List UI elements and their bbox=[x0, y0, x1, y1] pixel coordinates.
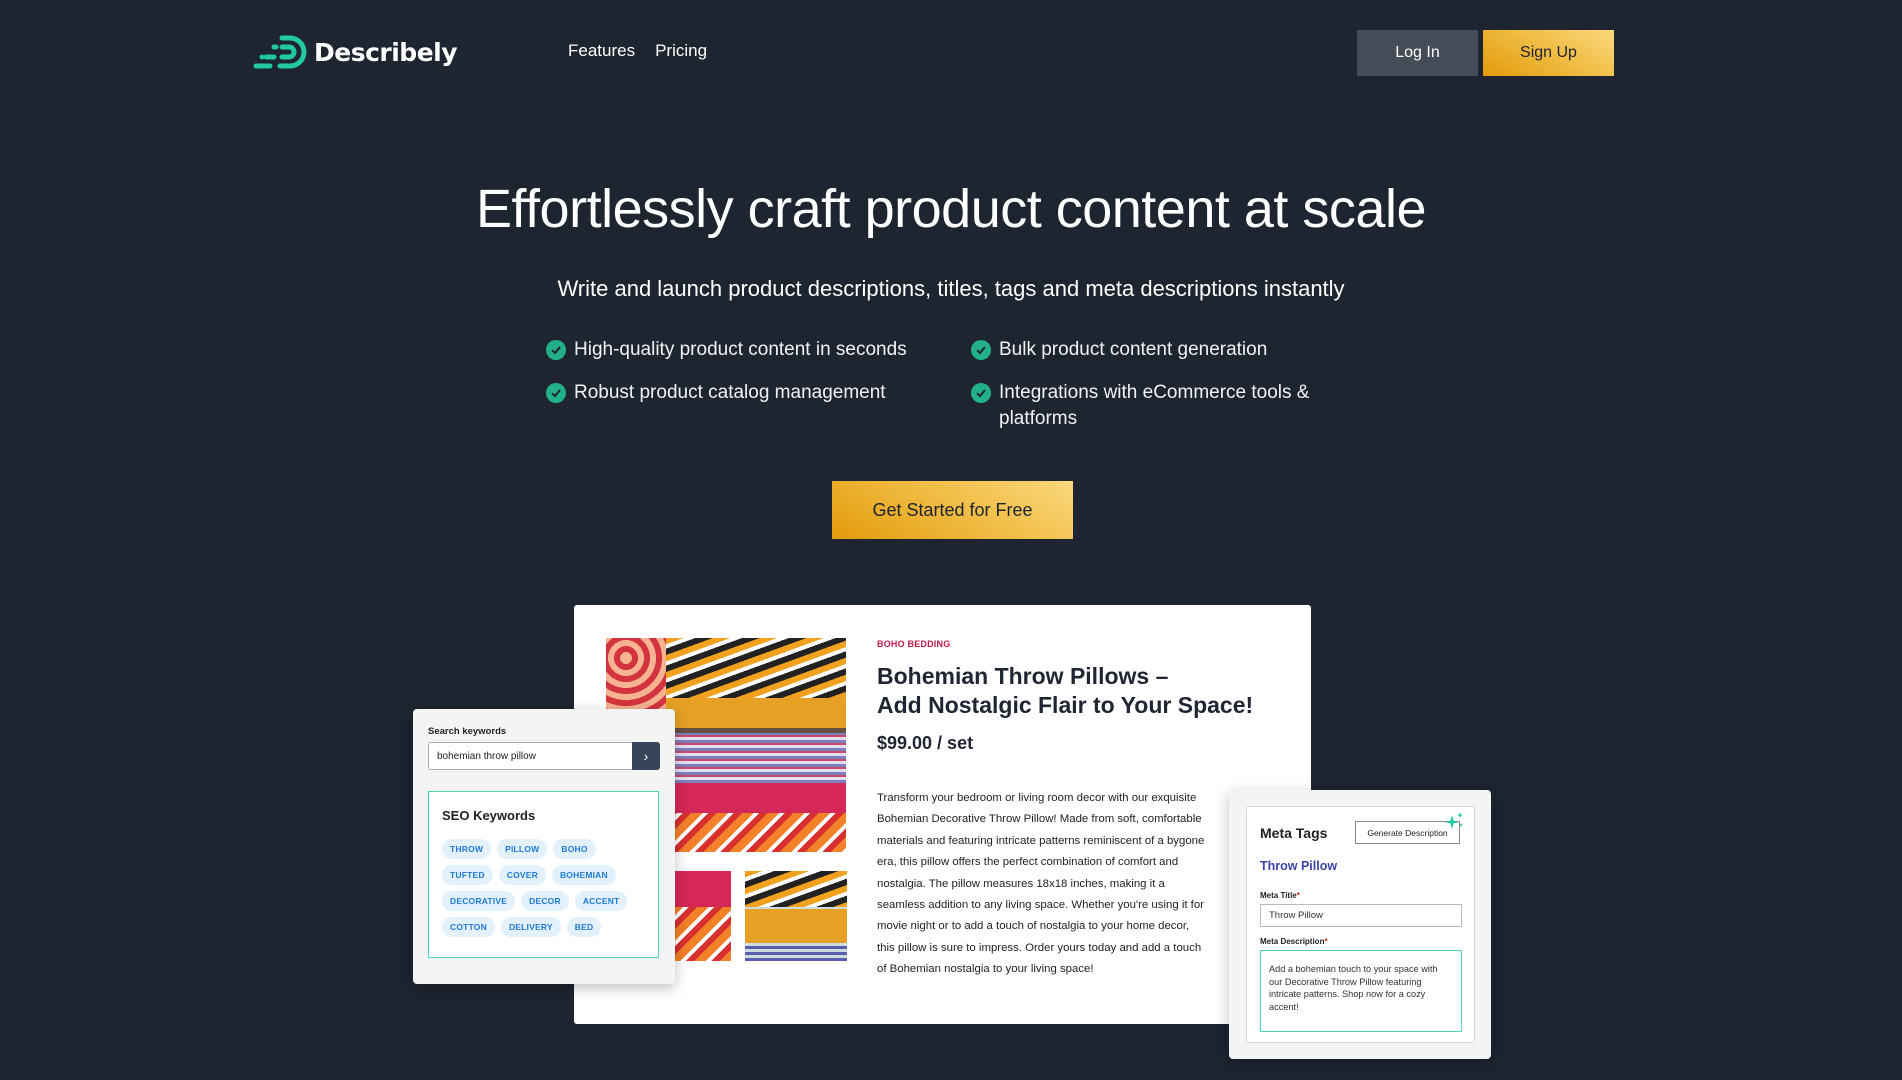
meta-product-name: Throw Pillow bbox=[1260, 859, 1338, 873]
product-category: BOHO BEDDING bbox=[877, 639, 951, 649]
feature-text: Bulk product content generation bbox=[999, 339, 1268, 360]
keyword-chip[interactable]: THROW bbox=[442, 839, 492, 859]
meta-description-label-text: Meta Description bbox=[1260, 937, 1325, 946]
keyword-search-input[interactable] bbox=[428, 742, 632, 770]
search-keywords-label: Search keywords bbox=[428, 726, 507, 737]
feature-text: High-quality product content in seconds bbox=[574, 339, 907, 360]
hero-subtitle: Write and launch product descriptions, t… bbox=[557, 276, 1345, 301]
nav-pricing[interactable]: Pricing bbox=[655, 41, 707, 61]
keyword-chip[interactable]: COTTON bbox=[442, 917, 495, 937]
login-button[interactable]: Log In bbox=[1357, 30, 1478, 76]
feature-item: High-quality product content in seconds bbox=[546, 337, 971, 363]
feature-item: Bulk product content generation bbox=[971, 337, 1336, 363]
keyword-chip[interactable]: COVER bbox=[498, 865, 546, 885]
meta-description-label: Meta Description* bbox=[1260, 937, 1328, 946]
required-marker: * bbox=[1324, 937, 1328, 946]
product-thumbnail[interactable] bbox=[745, 871, 847, 961]
brand-logo[interactable]: Describely bbox=[252, 34, 458, 70]
meta-title-label: Meta Title* bbox=[1260, 891, 1300, 900]
keyword-chip[interactable]: BED bbox=[566, 917, 602, 937]
seo-keywords-box: SEO Keywords THROW PILLOW BOHO TUFTED CO… bbox=[428, 791, 659, 958]
feature-text: Robust product catalog management bbox=[574, 382, 886, 403]
keyword-chip[interactable]: DELIVERY bbox=[500, 917, 561, 937]
hero-title: Effortlessly craft product content at sc… bbox=[476, 179, 1426, 239]
keyword-chip[interactable]: TUFTED bbox=[442, 865, 493, 885]
feature-text: Integrations with eCommerce tools & plat… bbox=[999, 382, 1310, 429]
product-title: Bohemian Throw Pillows – Add Nostalgic Fl… bbox=[877, 663, 1254, 718]
get-started-button[interactable]: Get Started for Free bbox=[832, 481, 1073, 539]
meta-tags-panel: Meta Tags Generate Description Throw Pil… bbox=[1229, 790, 1491, 1059]
meta-description-textarea[interactable]: Add a bohemian touch to your space with … bbox=[1260, 950, 1462, 1032]
nav-features[interactable]: Features bbox=[568, 41, 635, 61]
brand-name: Describely bbox=[314, 37, 458, 67]
check-circle-icon bbox=[971, 383, 991, 403]
product-description: Transform your bedroom or living room de… bbox=[877, 792, 1205, 976]
check-circle-icon bbox=[971, 340, 991, 360]
feature-list: High-quality product content in seconds … bbox=[546, 337, 1336, 432]
seo-keywords-title: SEO Keywords bbox=[442, 808, 536, 823]
keyword-chip[interactable]: BOHO bbox=[553, 839, 596, 859]
describely-logo-icon bbox=[253, 35, 307, 69]
keyword-chip[interactable]: DECOR bbox=[521, 891, 569, 911]
chevron-right-icon: › bbox=[643, 748, 649, 764]
meta-title-label-text: Meta Title bbox=[1260, 891, 1297, 900]
feature-item: Integrations with eCommerce tools & plat… bbox=[971, 380, 1336, 432]
main-nav: Features Pricing bbox=[568, 41, 707, 61]
keyword-chip[interactable]: ACCENT bbox=[574, 891, 628, 911]
keyword-chip[interactable]: BOHEMIAN bbox=[551, 865, 616, 885]
keywords-panel: Search keywords › SEO Keywords THROW PIL… bbox=[413, 709, 675, 984]
product-card: BOHO BEDDING Bohemian Throw Pillows – Add… bbox=[574, 605, 1311, 1024]
check-circle-icon bbox=[546, 340, 566, 360]
keyword-chip[interactable]: DECORATIVE bbox=[442, 891, 516, 911]
sparkle-icon bbox=[1445, 812, 1463, 829]
meta-title-input[interactable] bbox=[1260, 904, 1462, 927]
signup-button[interactable]: Sign Up bbox=[1483, 30, 1614, 76]
meta-tags-title: Meta Tags bbox=[1260, 825, 1328, 841]
feature-item: Robust product catalog management bbox=[546, 380, 971, 432]
required-marker: * bbox=[1296, 891, 1300, 900]
search-submit-button[interactable]: › bbox=[632, 742, 660, 770]
keyword-chips: THROW PILLOW BOHO TUFTED COVER BOHEMIAN … bbox=[442, 839, 652, 937]
meta-tags-box: Meta Tags Generate Description Throw Pil… bbox=[1246, 806, 1475, 1043]
product-price: $99.00 / set bbox=[877, 733, 974, 753]
check-circle-icon bbox=[546, 383, 566, 403]
keyword-chip[interactable]: PILLOW bbox=[497, 839, 548, 859]
